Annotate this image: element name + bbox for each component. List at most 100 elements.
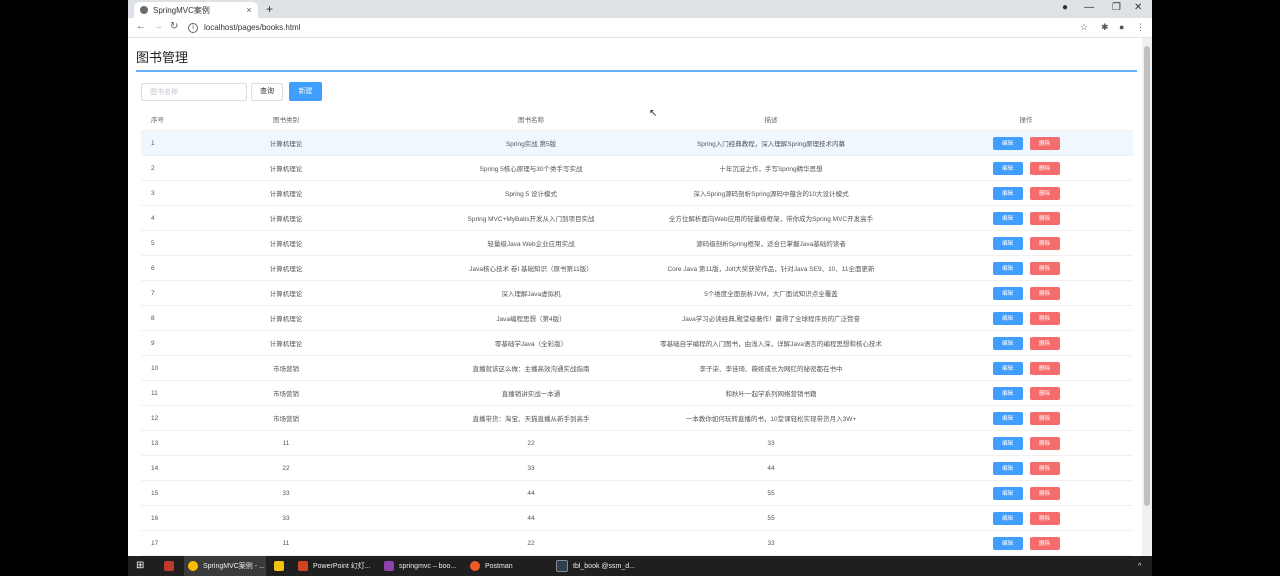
delete-button[interactable]: 删除 <box>1029 536 1060 550</box>
account-icon[interactable]: ● <box>1119 21 1124 33</box>
edit-button[interactable]: 编辑 <box>992 236 1023 250</box>
table-row: 12 市场营销 直播带货：淘宝、天猫直播从新手到高手 一本教你如何玩转直播的书，10堂… <box>141 406 1133 431</box>
cell-id: 5 <box>151 239 155 247</box>
cell-name: Java编程思想（第4版） <box>496 316 566 323</box>
file-explorer-icon[interactable] <box>274 556 289 576</box>
taskbar-item-label: springmvc – boo... <box>399 562 457 570</box>
delete-button[interactable]: 删除 <box>1029 411 1060 425</box>
books-table: 序号 图书类别 图书名称 描述 操作 1 计算机理论 Spring实战 第5版 Spr… <box>141 108 1133 556</box>
profile-menu-icon[interactable]: ● <box>1062 2 1068 14</box>
taskbar-item-chrome[interactable]: SpringMVC案例 - ... <box>184 556 266 576</box>
cell-type: 计算机理论 <box>269 191 303 198</box>
taskbar: ⊞ SpringMVC案例 - ... PowerPoint 幻灯... spr… <box>128 556 1152 576</box>
delete-button[interactable]: 删除 <box>1029 136 1060 150</box>
more-menu-icon[interactable]: ⋮ <box>1136 21 1145 33</box>
cell-operations: 编辑 删除 <box>971 256 1081 280</box>
cell-name: 33 <box>527 464 535 472</box>
taskbar-item-powerpoint[interactable]: PowerPoint 幻灯... <box>298 556 380 576</box>
cell-name: Spring 5核心原理与30个类手写实战 <box>479 166 583 173</box>
edit-button[interactable]: 编辑 <box>992 261 1023 275</box>
taskbar-item-idea[interactable]: springmvc – boo... <box>384 556 466 576</box>
edit-button[interactable]: 编辑 <box>992 436 1023 450</box>
taskbar-item-database[interactable]: tbl_book @ssm_d... <box>556 556 638 576</box>
delete-button[interactable]: 删除 <box>1029 211 1060 225</box>
edit-button[interactable]: 编辑 <box>992 336 1023 350</box>
cell-operations: 编辑 删除 <box>971 206 1081 230</box>
search-input[interactable]: 图书名称 <box>141 83 247 101</box>
url-text: localhost/pages/books.html <box>204 23 301 32</box>
delete-button[interactable]: 删除 <box>1029 261 1060 275</box>
browser-tab[interactable]: SpringMVC案例 × <box>134 2 258 18</box>
edit-button[interactable]: 编辑 <box>992 286 1023 300</box>
cell-description: 源码级剖析Spring框架，适合已掌握Java基础的读者 <box>696 241 846 248</box>
cell-name: 直播带货：淘宝、天猫直播从新手到高手 <box>472 416 590 423</box>
tray-chevron-icon[interactable]: ^ <box>1138 556 1141 576</box>
site-info-icon[interactable]: i <box>188 22 198 33</box>
table-row: 4 计算机理论 Spring MVC+MyBatis开发从入门到项目实战 全方位解析面… <box>141 206 1133 231</box>
browser-window: SpringMVC案例 × + ● — ❐ ✕ ← → ↻ i localhost… <box>128 0 1152 556</box>
cell-operations: 编辑 删除 <box>971 181 1081 205</box>
maximize-icon[interactable]: ❐ <box>1112 2 1121 14</box>
add-button[interactable]: 新建 <box>289 82 322 101</box>
extensions-icon[interactable]: ✱ <box>1101 21 1109 33</box>
delete-button[interactable]: 删除 <box>1029 311 1060 325</box>
delete-button[interactable]: 删除 <box>1029 236 1060 250</box>
delete-button[interactable]: 删除 <box>1029 186 1060 200</box>
edit-button[interactable]: 编辑 <box>992 536 1023 550</box>
page-scrollbar[interactable] <box>1142 38 1152 556</box>
taskbar-item-postman[interactable]: Postman <box>470 556 550 576</box>
cell-description: 和秋叶一起学系列网络营销书籍 <box>725 391 817 398</box>
delete-button[interactable]: 删除 <box>1029 361 1060 375</box>
windows-start-icon[interactable]: ⊞ <box>136 560 144 572</box>
bookmark-star-icon[interactable]: ☆ <box>1080 21 1088 33</box>
edit-button[interactable]: 编辑 <box>992 361 1023 375</box>
delete-button[interactable]: 删除 <box>1029 336 1060 350</box>
edit-button[interactable]: 编辑 <box>992 386 1023 400</box>
reload-icon[interactable]: ↻ <box>170 21 178 33</box>
delete-button[interactable]: 删除 <box>1029 511 1060 525</box>
cell-type: 11 <box>282 439 290 447</box>
table-row: 6 计算机理论 Java核心技术 卷I 基础知识（原书第11版） Core Java … <box>141 256 1133 281</box>
cell-id: 15 <box>151 489 159 497</box>
address-toolbar: ← → ↻ i localhost/pages/books.html ☆ ✱ ● … <box>128 18 1152 38</box>
edit-button[interactable]: 编辑 <box>992 186 1023 200</box>
delete-button[interactable]: 删除 <box>1029 286 1060 300</box>
cell-name: Java核心技术 卷I 基础知识（原书第11版） <box>469 266 593 273</box>
cell-description: Core Java 第11版，Jolt大奖获奖作品，针对Java SE9、10、… <box>667 266 875 273</box>
back-icon[interactable]: ← <box>136 21 146 33</box>
delete-button[interactable]: 删除 <box>1029 461 1060 475</box>
edit-button[interactable]: 编辑 <box>992 161 1023 175</box>
cell-name: 22 <box>527 539 535 547</box>
edit-button[interactable]: 编辑 <box>992 511 1023 525</box>
cell-operations: 编辑 删除 <box>971 531 1081 555</box>
left-black-border <box>0 0 128 556</box>
taskbar-app-icon[interactable] <box>164 556 179 576</box>
cell-name: 22 <box>527 439 535 447</box>
cell-description: 44 <box>767 464 775 472</box>
new-tab-icon[interactable]: + <box>266 2 273 16</box>
edit-button[interactable]: 编辑 <box>992 311 1023 325</box>
table-row: 10 市场营销 直播就该这么做：主播高效沟通实战指南 李子柒、李佳琦、薇娅成长为网红的… <box>141 356 1133 381</box>
edit-button[interactable]: 编辑 <box>992 486 1023 500</box>
delete-button[interactable]: 删除 <box>1029 386 1060 400</box>
query-button[interactable]: 查询 <box>251 83 283 101</box>
edit-button[interactable]: 编辑 <box>992 461 1023 475</box>
delete-button[interactable]: 删除 <box>1029 486 1060 500</box>
delete-button[interactable]: 删除 <box>1029 436 1060 450</box>
table-row: 17 11 22 33 编辑 删除 <box>141 531 1133 556</box>
header-operation: 操作 <box>1019 117 1033 124</box>
forward-icon[interactable]: → <box>153 21 163 33</box>
tab-close-icon[interactable]: × <box>244 5 254 15</box>
edit-button[interactable]: 编辑 <box>992 411 1023 425</box>
address-bar[interactable]: i localhost/pages/books.html <box>188 20 1088 35</box>
delete-button[interactable]: 删除 <box>1029 161 1060 175</box>
minimize-icon[interactable]: — <box>1084 2 1094 14</box>
table-row: 16 33 44 55 编辑 删除 <box>141 506 1133 531</box>
edit-button[interactable]: 编辑 <box>992 211 1023 225</box>
scrollbar-thumb[interactable] <box>1144 46 1150 506</box>
close-window-icon[interactable]: ✕ <box>1134 2 1142 14</box>
cell-operations: 编辑 删除 <box>971 481 1081 505</box>
edit-button[interactable]: 编辑 <box>992 136 1023 150</box>
cell-type: 市场营销 <box>273 391 299 398</box>
cell-type: 33 <box>282 514 290 522</box>
